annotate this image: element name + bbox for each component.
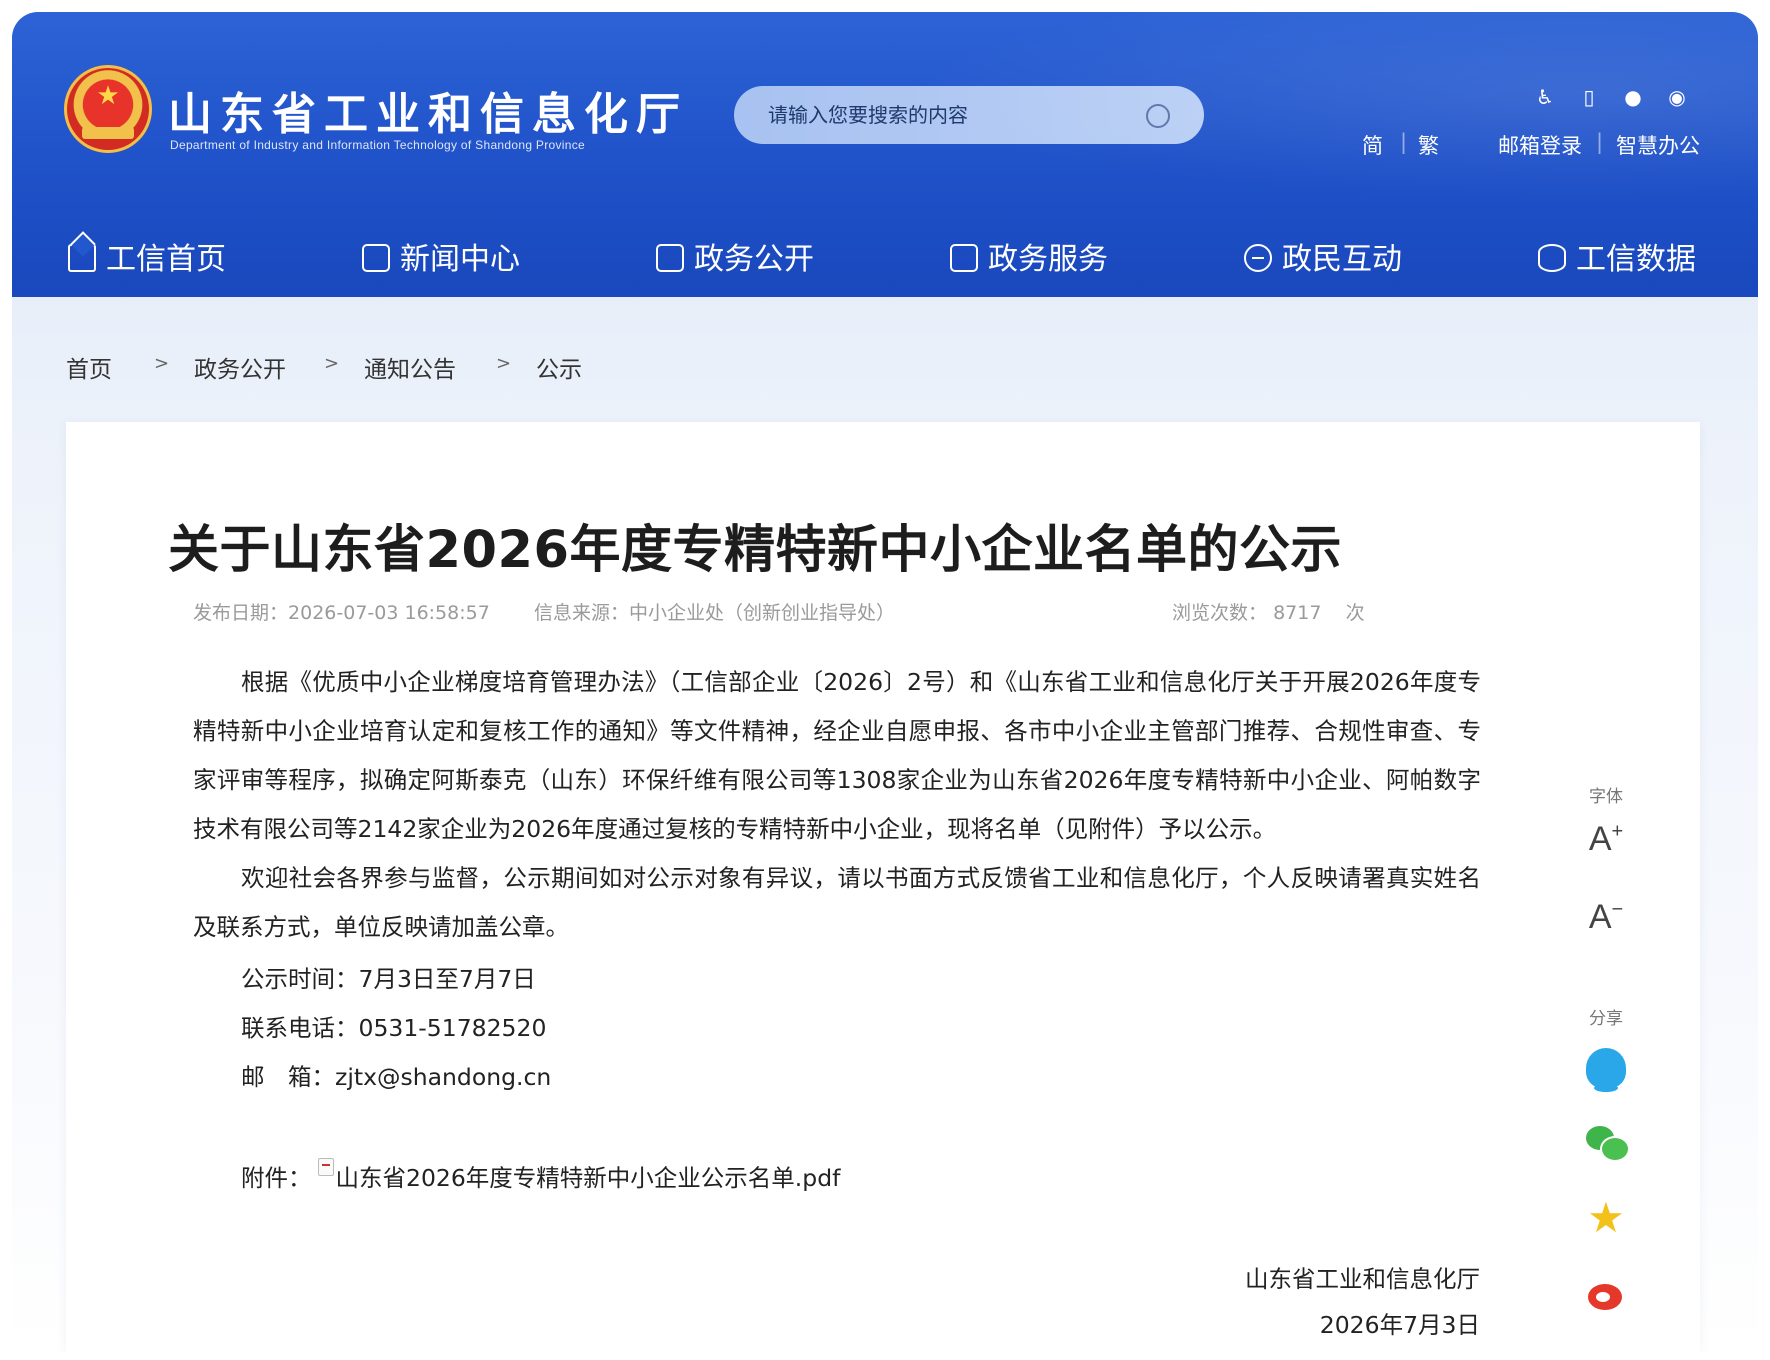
favorite-star-icon[interactable]: ★ [1586, 1197, 1626, 1239]
font-size-label: 字体 [1589, 787, 1623, 807]
font-increase-button[interactable]: A+ [1566, 820, 1646, 859]
service-icon [950, 244, 978, 272]
publicity-period: 公示时间：7月3日至7月7日 [241, 965, 536, 993]
share-label: 分享 [1589, 1009, 1623, 1029]
breadcrumb-gov-affairs[interactable]: 政务公开 [194, 350, 286, 384]
weibo-share-icon[interactable] [1586, 1274, 1626, 1314]
main-nav: 工信首页 新闻中心 政务公开 政务服务 政民互动 工信数据 [12, 230, 1758, 290]
view-count-label: 浏览次数： [1172, 602, 1268, 624]
nav-item-label: 工信数据 [1576, 242, 1696, 277]
side-toolbar: 字体 A+ A− 分享 ★ [1566, 422, 1646, 1352]
simplified-chinese-link[interactable]: 简 [1362, 130, 1383, 160]
accessibility-icon[interactable]: ♿ [1532, 84, 1558, 110]
search-icon[interactable] [1146, 104, 1170, 128]
pdf-file-icon [317, 1158, 334, 1176]
nav-item-label: 政务公开 [694, 242, 814, 277]
nav-item-data[interactable]: 工信数据 [1538, 230, 1696, 290]
publish-date: 发布日期：2026-07-03 16:58:57 [193, 598, 490, 625]
nav-item-gov-service[interactable]: 政务服务 [950, 230, 1108, 290]
top-icon-bar: ♿ ▯ ● ◉ [1532, 84, 1702, 112]
breadcrumb-separator: > [496, 353, 512, 374]
info-source: 信息来源：中小企业处（创新创业指导处） [534, 598, 895, 625]
article-card: 关于山东省2026年度专精特新中小企业名单的公示 发布日期：2026-07-03… [66, 422, 1700, 1352]
weibo-icon[interactable]: ◉ [1664, 84, 1690, 110]
emblem-base [82, 127, 134, 139]
nav-item-label: 新闻中心 [400, 242, 520, 277]
monitor-icon [656, 244, 684, 272]
nav-item-label: 工信首页 [106, 242, 226, 277]
breadcrumb-home[interactable]: 首页 [66, 350, 112, 384]
nav-item-label: 政务服务 [988, 242, 1108, 277]
site-subtitle: Department of Industry and Information T… [170, 138, 586, 152]
site-title[interactable]: 山东省工业和信息化厅 [168, 78, 688, 142]
mail-login-link[interactable]: 邮箱登录 [1498, 130, 1582, 160]
breadcrumb-separator: > [324, 353, 340, 374]
breadcrumb-current: 公示 [536, 357, 582, 383]
document-icon [362, 244, 390, 272]
article-title: 关于山东省2026年度专精特新中小企业名单的公示 [168, 521, 1342, 580]
signature-org: 山东省工业和信息化厅 [1245, 1265, 1480, 1293]
national-emblem-logo[interactable]: ★ [64, 65, 152, 153]
breadcrumb-separator: > [154, 353, 170, 374]
signature-date: 2026年7月3日 [1319, 1311, 1480, 1339]
attachment-row: 附件： 山东省2026年度专精特新中小企业公示名单.pdf [241, 1158, 840, 1193]
smart-office-link[interactable]: 智慧办公 [1616, 130, 1700, 160]
wechat-share-icon[interactable] [1586, 1122, 1630, 1162]
mobile-icon[interactable]: ▯ [1576, 84, 1602, 110]
attachment-link[interactable]: 山东省2026年度专精特新中小企业公示名单.pdf [336, 1164, 841, 1192]
info-source-value: 中小企业处（创新创业指导处） [629, 602, 896, 624]
article-paragraph: 根据《优质中小企业梯度培育管理办法》（工信部企业〔2026〕2号）和《山东省工业… [193, 668, 1481, 843]
emblem-star-icon: ★ [96, 81, 120, 111]
view-count-unit: 次 [1345, 602, 1365, 624]
nav-item-interaction[interactable]: 政民互动 [1244, 230, 1402, 290]
home-icon [68, 244, 96, 272]
nav-item-label: 政民互动 [1282, 242, 1402, 277]
nav-item-home[interactable]: 工信首页 [68, 230, 226, 290]
nav-item-gov-affairs[interactable]: 政务公开 [656, 230, 814, 290]
qq-icon[interactable] [1586, 1048, 1626, 1092]
chat-icon [1244, 244, 1272, 272]
attachment-label: 附件： [241, 1164, 312, 1192]
link-separator: | [1400, 130, 1408, 154]
contact-email: 邮 箱：zjtx@shandong.cn [241, 1063, 552, 1091]
search-box [734, 86, 1204, 144]
info-source-label: 信息来源： [534, 602, 630, 624]
traditional-chinese-link[interactable]: 繁 [1418, 130, 1439, 160]
view-count-value: 8717 [1273, 602, 1322, 624]
page: ★ 山东省工业和信息化厅 Department of Industry and … [12, 12, 1758, 1352]
view-count: 浏览次数： 8717 次 [1172, 598, 1365, 625]
top-links: 简 | 繁 邮箱登录 | 智慧办公 [1362, 130, 1712, 160]
database-icon [1538, 244, 1566, 272]
breadcrumb-notices[interactable]: 通知公告 [364, 350, 456, 384]
link-separator: | [1596, 130, 1604, 154]
site-header: ★ 山东省工业和信息化厅 Department of Industry and … [12, 12, 1758, 297]
nav-item-news[interactable]: 新闻中心 [362, 230, 520, 290]
font-decrease-button[interactable]: A− [1566, 898, 1646, 937]
article-body: 根据《优质中小企业梯度培育管理办法》（工信部企业〔2026〕2号）和《山东省工业… [193, 658, 1481, 952]
contact-phone: 联系电话：0531-51782520 [241, 1014, 547, 1042]
search-input[interactable] [768, 100, 1128, 130]
wechat-icon[interactable]: ● [1620, 84, 1646, 110]
publish-date-label: 发布日期： [193, 602, 289, 624]
article-paragraph: 欢迎社会各界参与监督，公示期间如对公示对象有异议，请以书面方式反馈省工业和信息化… [193, 864, 1481, 941]
publish-date-value: 2026-07-03 16:58:57 [288, 602, 490, 624]
